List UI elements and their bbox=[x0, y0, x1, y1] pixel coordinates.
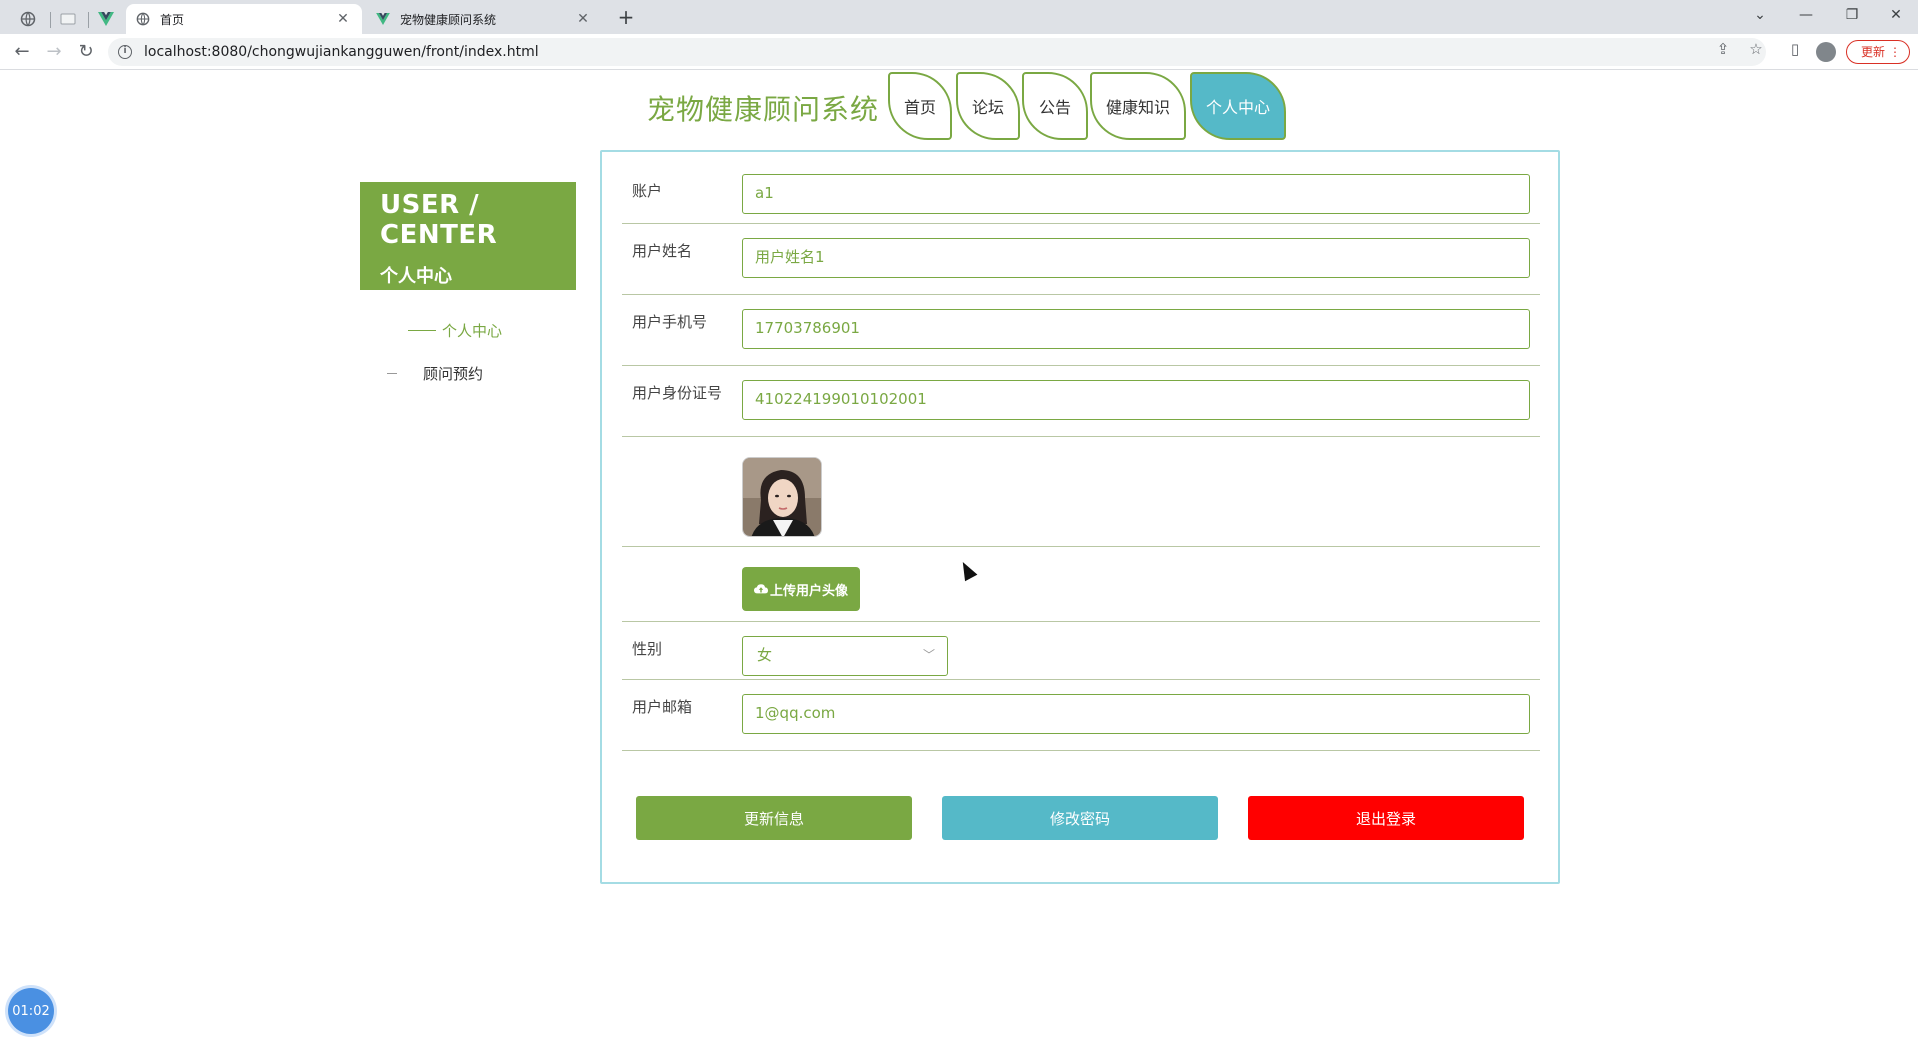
form-row-email: 用户邮箱 1@qq.com bbox=[622, 680, 1540, 751]
new-tab-button[interactable]: + bbox=[612, 6, 640, 30]
sidebar-heading-en: USER / CENTER bbox=[380, 190, 498, 250]
form-row-gender: 性别 女 ﹀ bbox=[622, 622, 1540, 680]
site-header: 宠物健康顾问系统 首页 论坛 公告 健康知识 个人中心 bbox=[0, 70, 1918, 142]
page-icon bbox=[60, 13, 76, 25]
sidebar-item-label: 顾问预约 bbox=[423, 365, 484, 383]
site-title: 宠物健康顾问系统 bbox=[647, 93, 880, 126]
sidebar-heading: USER / CENTER 个人中心 bbox=[360, 182, 576, 290]
dash-icon bbox=[408, 330, 436, 331]
tab-search-chevron-icon[interactable]: ⌄ bbox=[1740, 2, 1780, 30]
minimize-icon[interactable]: — bbox=[1786, 2, 1826, 30]
change-password-button[interactable]: 修改密码 bbox=[942, 796, 1218, 840]
username-input[interactable]: 用户姓名1 bbox=[742, 238, 1530, 278]
tab-home[interactable]: 首页 ✕ bbox=[126, 4, 362, 34]
tab-title: 宠物健康顾问系统 bbox=[400, 12, 497, 27]
tab-separator bbox=[88, 12, 89, 28]
form-row-account: 账户 a1 bbox=[622, 170, 1540, 224]
sidebar-heading-cn: 个人中心 bbox=[380, 266, 452, 287]
field-label: 用户邮箱 bbox=[632, 698, 693, 716]
nav-notice[interactable]: 公告 bbox=[1022, 72, 1088, 140]
pinned-tab-globe[interactable] bbox=[14, 4, 42, 34]
globe-icon bbox=[20, 11, 36, 27]
info-icon[interactable]: i bbox=[118, 45, 132, 59]
user-info-form: 账户 a1 用户姓名 用户姓名1 用户手机号 17703786901 用户身份证… bbox=[600, 150, 1560, 884]
field-label: 账户 bbox=[632, 182, 663, 200]
close-icon[interactable]: ✕ bbox=[334, 11, 352, 27]
update-label: 更新 bbox=[1861, 45, 1886, 59]
nav-user-center[interactable]: 个人中心 bbox=[1190, 72, 1286, 140]
form-row-upload: 上传用户头像 bbox=[622, 547, 1540, 622]
dash-icon bbox=[387, 373, 397, 374]
browser-tabstrip: 首页 ✕ 宠物健康顾问系统 ✕ + ⌄ — ❐ ✕ bbox=[0, 0, 1918, 34]
account-input[interactable]: a1 bbox=[742, 174, 1530, 214]
close-icon[interactable]: ✕ bbox=[574, 11, 592, 27]
tab-separator bbox=[50, 12, 51, 28]
upload-label: 上传用户头像 bbox=[769, 583, 848, 599]
restore-icon[interactable]: ❐ bbox=[1832, 2, 1872, 30]
vue-logo-icon bbox=[376, 13, 390, 25]
back-arrow-icon[interactable]: ← bbox=[10, 40, 34, 64]
field-label: 用户身份证号 bbox=[632, 384, 723, 402]
avatar-portrait-icon bbox=[743, 458, 821, 536]
sidebar-item-user-center[interactable]: 个人中心 bbox=[408, 320, 502, 341]
upload-avatar-button[interactable]: 上传用户头像 bbox=[742, 567, 860, 611]
pinned-tab-vue[interactable] bbox=[92, 4, 120, 34]
address-bar[interactable]: i localhost:8080/chongwujiankangguwen/fr… bbox=[108, 38, 1766, 66]
more-vert-icon: ⋮ bbox=[1889, 45, 1901, 59]
update-info-button[interactable]: 更新信息 bbox=[636, 796, 912, 840]
phone-input[interactable]: 17703786901 bbox=[742, 309, 1530, 349]
share-icon[interactable]: ⇪ bbox=[1712, 40, 1734, 58]
sidebar-item-consult-booking[interactable]: 顾问预约 bbox=[387, 363, 483, 384]
user-avatar-image bbox=[742, 457, 822, 537]
browser-toolbar: ← → ↻ i localhost:8080/chongwujiankanggu… bbox=[0, 34, 1918, 70]
gender-value: 女 bbox=[757, 646, 773, 664]
email-input[interactable]: 1@qq.com bbox=[742, 694, 1530, 734]
browser-update-button[interactable]: 更新 ⋮ bbox=[1846, 40, 1910, 64]
reload-icon[interactable]: ↻ bbox=[74, 40, 98, 64]
page-content: 宠物健康顾问系统 首页 论坛 公告 健康知识 个人中心 USER / CENTE… bbox=[0, 70, 1918, 1040]
field-label: 用户手机号 bbox=[632, 313, 708, 331]
form-row-phone: 用户手机号 17703786901 bbox=[622, 295, 1540, 366]
form-row-username: 用户姓名 用户姓名1 bbox=[622, 224, 1540, 295]
form-row-id-number: 用户身份证号 410224199010102001 bbox=[622, 366, 1540, 437]
pinned-tab-blank[interactable] bbox=[54, 4, 82, 34]
cloud-upload-icon bbox=[753, 584, 768, 594]
forward-arrow-icon[interactable]: → bbox=[42, 40, 66, 64]
sidebar-item-label: 个人中心 bbox=[442, 322, 503, 340]
tab-title: 首页 bbox=[160, 12, 185, 27]
side-panel-icon[interactable]: ▯ bbox=[1784, 40, 1806, 58]
logout-button[interactable]: 退出登录 bbox=[1248, 796, 1524, 840]
field-label: 用户姓名 bbox=[632, 242, 693, 260]
field-label: 性别 bbox=[632, 640, 663, 658]
nav-health-knowledge[interactable]: 健康知识 bbox=[1090, 72, 1186, 140]
vue-logo-icon bbox=[98, 12, 114, 26]
bookmark-star-icon[interactable]: ☆ bbox=[1745, 40, 1767, 58]
tab-pet-system[interactable]: 宠物健康顾问系统 ✕ bbox=[366, 4, 602, 34]
profile-avatar-icon[interactable] bbox=[1816, 42, 1836, 62]
form-row-avatar bbox=[622, 437, 1540, 547]
globe-icon bbox=[136, 12, 150, 26]
nav-forum[interactable]: 论坛 bbox=[956, 72, 1020, 140]
gender-select[interactable]: 女 ﹀ bbox=[742, 636, 948, 676]
window-close-icon[interactable]: ✕ bbox=[1876, 2, 1916, 30]
chevron-down-icon: ﹀ bbox=[922, 648, 935, 662]
nav-home[interactable]: 首页 bbox=[888, 72, 952, 140]
url-text: localhost:8080/chongwujiankangguwen/fron… bbox=[144, 44, 539, 60]
id-number-input[interactable]: 410224199010102001 bbox=[742, 380, 1530, 420]
timer-badge[interactable]: 01:02 bbox=[8, 988, 54, 1034]
